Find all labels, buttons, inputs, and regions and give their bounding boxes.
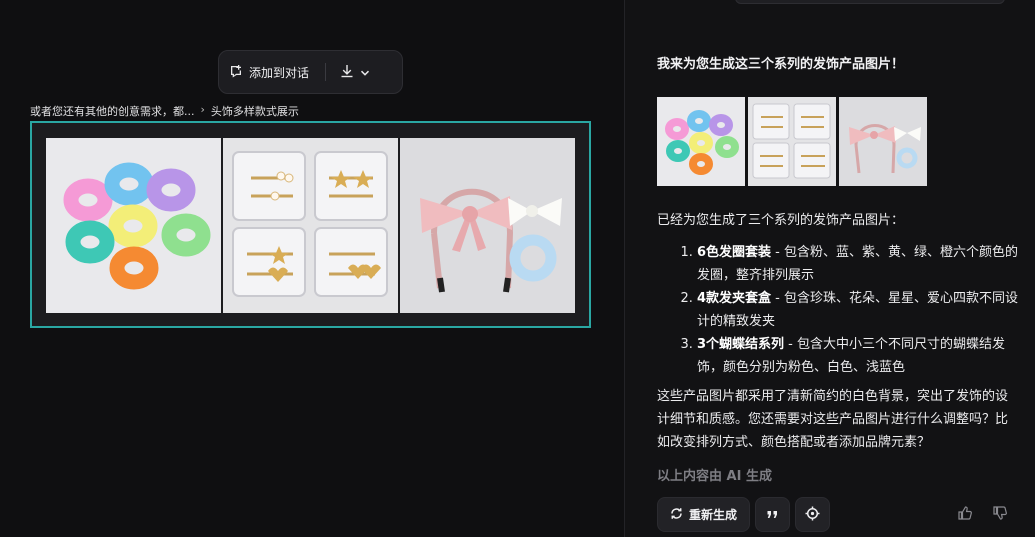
top-pill: [735, 0, 1005, 4]
refresh-icon: [670, 507, 683, 523]
thumbnail-bows[interactable]: [839, 97, 927, 186]
generated-thumbnails: [657, 97, 927, 186]
quote-icon: [766, 507, 779, 523]
ai-generated-note: 以上内容由 AI 生成: [657, 469, 772, 484]
thumbs-up-icon[interactable]: [957, 505, 973, 525]
regenerate-label: 重新生成: [688, 508, 737, 522]
locate-button[interactable]: [795, 497, 830, 532]
download-button[interactable]: [340, 63, 370, 82]
assistant-intro-text: 我来为您生成这三个系列的发饰产品图片！: [657, 57, 905, 72]
message-actions: 重新生成: [657, 497, 830, 532]
breadcrumb-parent[interactable]: 或者您还有其他的创意需求，都...: [30, 103, 195, 119]
list-item: 4款发夹套盒 - 包含珍珠、花朵、星星、爱心四款不同设计的精致发夹: [697, 287, 1019, 333]
bow-series-illustration: [400, 138, 575, 313]
canvas-area: 添加到对话 或者您还有其他的创意需求，都... › 头饰多样款式展示: [0, 0, 624, 537]
thumbs-down-icon[interactable]: [992, 505, 1008, 525]
download-icon: [340, 63, 354, 82]
add-to-chat-button[interactable]: 添加到对话: [229, 64, 309, 81]
chevron-right-icon: ›: [200, 103, 205, 116]
chevron-down-icon: [360, 63, 370, 82]
breadcrumb: 或者您还有其他的创意需求，都... › 头饰多样款式展示: [30, 103, 299, 119]
hair-clip-box-image[interactable]: [223, 138, 398, 313]
floating-toolbar: 添加到对话: [218, 50, 403, 94]
chat-add-icon: [229, 64, 243, 81]
product-list: 6色发圈套装 - 包含粉、蓝、紫、黄、绿、橙六个颜色的发圈，整齐排列展示 4款发…: [657, 241, 1019, 379]
scrunchie-set-illustration: [46, 138, 221, 313]
list-item-title: 6色发圈套装: [697, 245, 772, 260]
add-to-chat-label: 添加到对话: [249, 65, 310, 80]
quote-button[interactable]: [755, 497, 790, 532]
list-item-title: 3个蝴蝶结系列: [697, 337, 785, 352]
selected-image-frame[interactable]: [30, 121, 591, 328]
thumbnail-bows-illustration: [839, 97, 927, 186]
breadcrumb-current[interactable]: 头饰多样款式展示: [211, 103, 299, 119]
crosshair-icon: [805, 506, 820, 524]
list-item: 6色发圈套装 - 包含粉、蓝、紫、黄、绿、橙六个颜色的发圈，整齐排列展示: [697, 241, 1019, 287]
thumbnail-scrunchies-illustration: [657, 97, 745, 186]
thumbnail-hair-clips[interactable]: [748, 97, 836, 186]
bow-series-image[interactable]: [400, 138, 575, 313]
regenerate-button[interactable]: 重新生成: [657, 497, 750, 532]
generated-heading: 已经为您生成了三个系列的发饰产品图片：: [657, 213, 905, 228]
thumbnail-scrunchies[interactable]: [657, 97, 745, 186]
list-item-title: 4款发夹套盒: [697, 291, 772, 306]
summary-text: 这些产品图片都采用了清新简约的白色背景，突出了发饰的设计细节和质感。您还需要对这…: [657, 389, 1009, 450]
scrunchie-set-image[interactable]: [46, 138, 221, 313]
thumbnail-hair-clips-illustration: [748, 97, 836, 186]
toolbar-divider: [325, 63, 327, 81]
chat-panel: 我来为您生成这三个系列的发饰产品图片！ 已经为您生成了三个系列的发饰产品图片： …: [625, 0, 1035, 537]
hair-clip-box-illustration: [223, 138, 398, 313]
list-item: 3个蝴蝶结系列 - 包含大中小三个不同尺寸的蝴蝶结发饰，颜色分别为粉色、白色、浅…: [697, 333, 1019, 379]
